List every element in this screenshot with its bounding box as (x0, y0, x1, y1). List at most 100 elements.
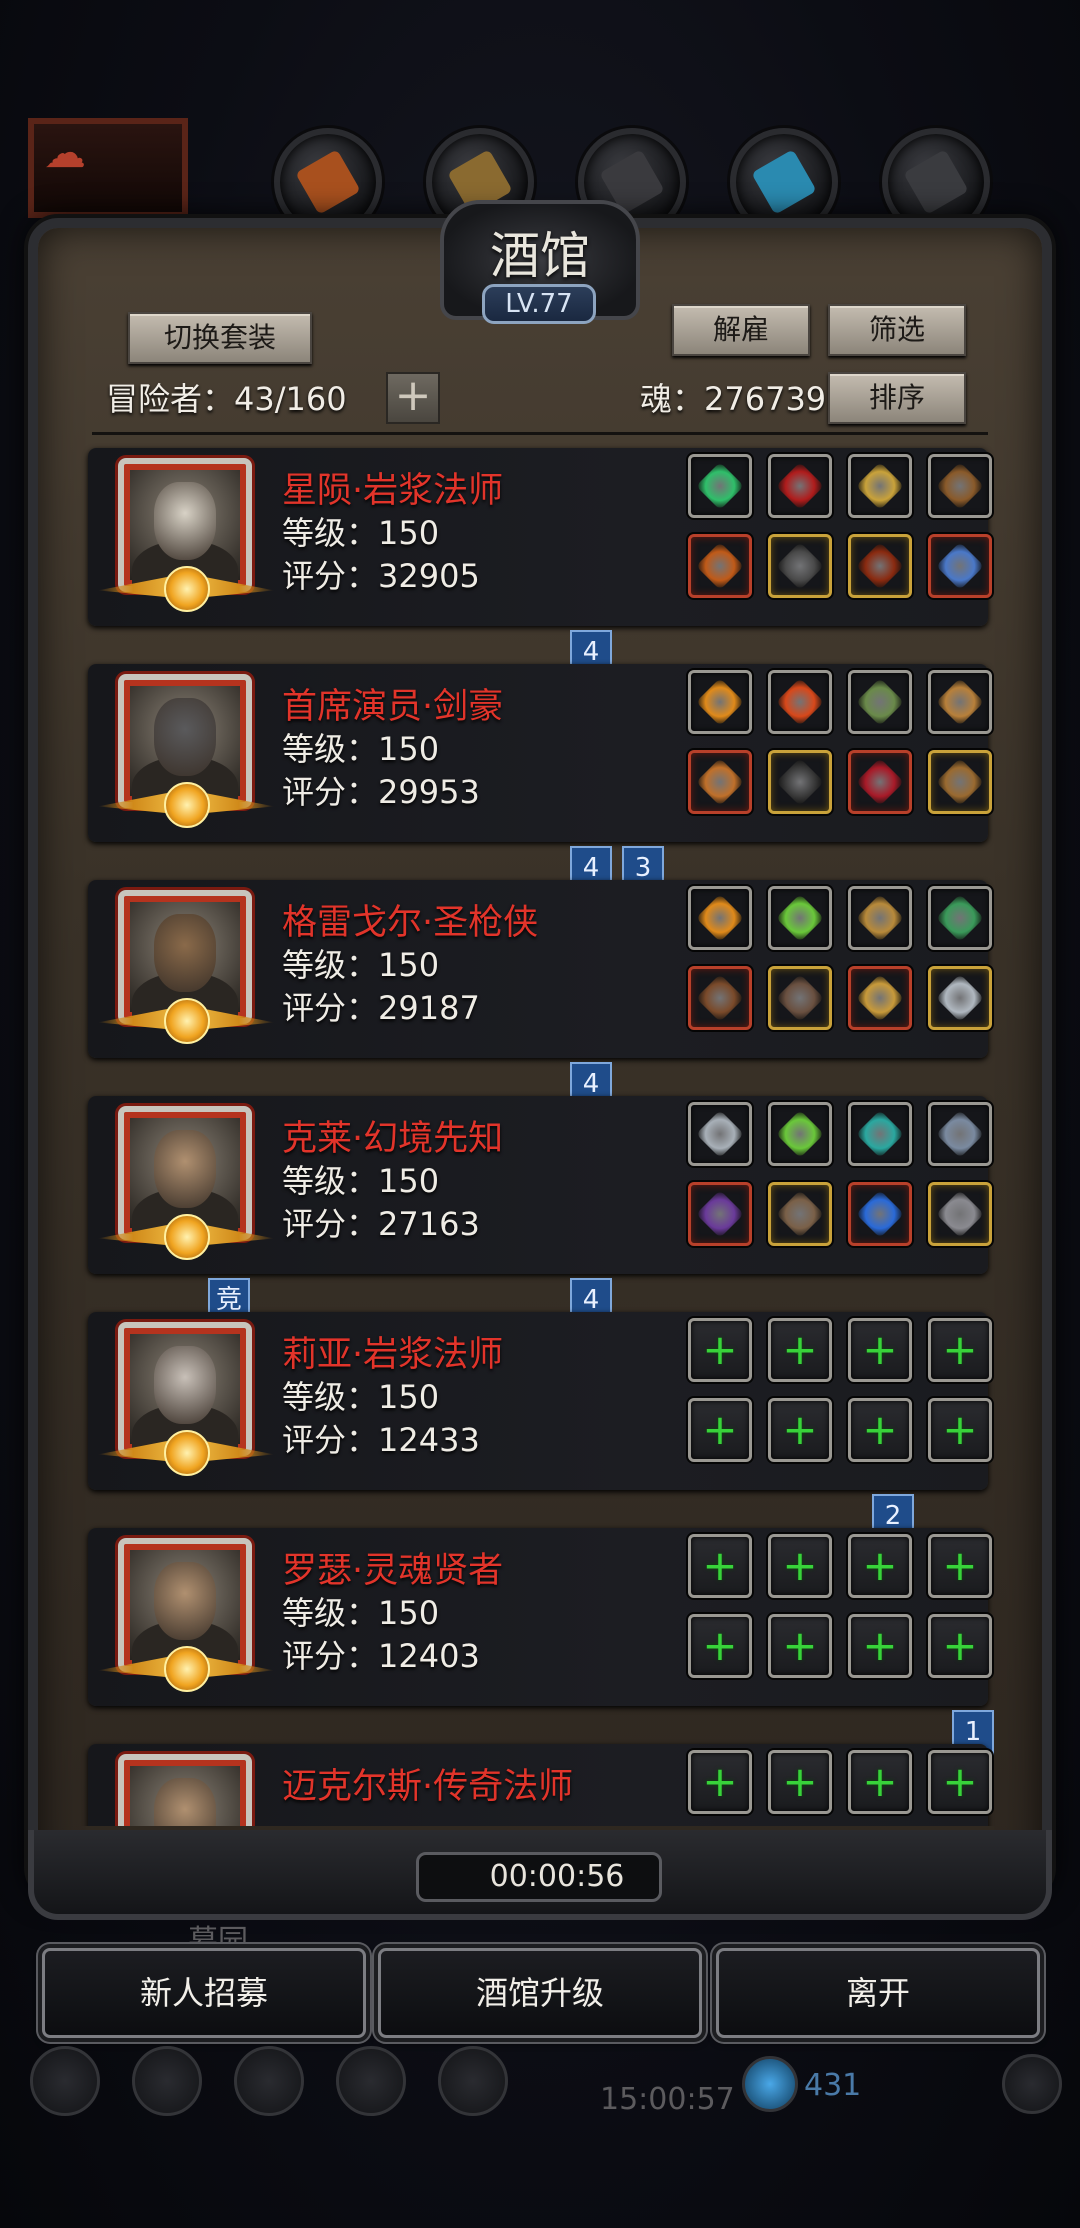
equip-slot[interactable] (768, 886, 832, 950)
equip-slot[interactable] (848, 1102, 912, 1166)
empty-equip-slot[interactable]: + (768, 1534, 832, 1598)
equip-slot[interactable] (928, 454, 992, 518)
equipment-grid (688, 670, 992, 840)
equip-slot[interactable] (688, 534, 752, 598)
empty-equip-slot[interactable]: + (688, 1614, 752, 1678)
upgrade-tavern-button[interactable]: 酒馆升级 (378, 1948, 702, 2038)
equip-item-icon (935, 541, 985, 591)
equip-slot[interactable] (848, 750, 912, 814)
equip-slot[interactable] (848, 886, 912, 950)
equip-slot[interactable] (848, 966, 912, 1030)
mail-icon (336, 2046, 406, 2116)
hero-row[interactable]: 迈克尔斯·传奇法师 + + + + (88, 1744, 992, 1826)
equip-slot[interactable] (688, 454, 752, 518)
empty-equip-slot[interactable]: + (688, 1534, 752, 1598)
cloud-emblem-icon: ☁ (44, 128, 86, 177)
equip-item-icon (855, 757, 905, 807)
add-gems-icon (1002, 2054, 1062, 2114)
empty-equip-slot[interactable]: + (848, 1534, 912, 1598)
hero-face (154, 698, 216, 776)
empty-equip-slot[interactable]: + (688, 1318, 752, 1382)
equip-slot[interactable] (688, 886, 752, 950)
hero-name: 格雷戈尔·圣枪侠 (282, 903, 539, 943)
equip-slot[interactable] (768, 454, 832, 518)
switch-set-button[interactable]: 切换套装 (128, 312, 312, 364)
equip-slot[interactable] (848, 534, 912, 598)
panel-title: 酒馆 (490, 227, 590, 285)
equip-slot[interactable] (688, 966, 752, 1030)
equip-item-icon (695, 893, 745, 943)
equip-slot[interactable] (768, 1102, 832, 1166)
equip-slot[interactable] (768, 534, 832, 598)
empty-equip-slot[interactable]: + (928, 1318, 992, 1382)
empty-equip-slot[interactable]: + (928, 1614, 992, 1678)
empty-equip-slot[interactable]: + (688, 1750, 752, 1814)
equip-slot[interactable] (928, 1102, 992, 1166)
gear-icon (30, 2046, 100, 2116)
hero-portrait[interactable] (118, 1754, 252, 1826)
equip-slot[interactable] (928, 1182, 992, 1246)
equip-slot[interactable] (928, 534, 992, 598)
equip-slot[interactable] (688, 750, 752, 814)
equipment-grid: + + + + + + + + (688, 1318, 992, 1488)
sort-button[interactable]: 排序 (828, 372, 966, 424)
equip-slot[interactable] (928, 750, 992, 814)
empty-equip-slot[interactable]: + (768, 1750, 832, 1814)
hero-row[interactable]: 莉亚·岩浆法师 等级：150 评分：12433 + + + + + + + + (88, 1312, 992, 1490)
empty-equip-slot[interactable]: + (848, 1318, 912, 1382)
rank-medal-icon (164, 1646, 210, 1692)
guild-emblem-tab[interactable]: ☁ (28, 118, 188, 218)
empty-equip-slot[interactable]: + (848, 1614, 912, 1678)
hero-row[interactable]: 克莱·幻境先知 等级：150 评分：27163 (88, 1096, 992, 1274)
hero-row[interactable]: 首席演员·剑豪 等级：150 评分：29953 (88, 664, 992, 842)
equip-item-icon (775, 1109, 825, 1159)
tavern-level-badge: LV.77 (482, 284, 596, 324)
hero-list[interactable]: 星陨·岩浆法师 等级：150 评分：32905 4 首席演员·剑豪 等级：150 评分：29… (60, 442, 1020, 1826)
equip-slot[interactable] (688, 670, 752, 734)
cube-icon (438, 2046, 508, 2116)
leave-button[interactable]: 离开 (716, 1948, 1040, 2038)
equip-slot[interactable] (928, 966, 992, 1030)
equip-slot[interactable] (928, 670, 992, 734)
empty-equip-slot[interactable]: + (848, 1398, 912, 1462)
expand-capacity-button[interactable]: + (386, 372, 440, 424)
empty-equip-slot[interactable]: + (768, 1318, 832, 1382)
add-equip-icon: + (702, 1541, 738, 1590)
empty-equip-slot[interactable]: + (928, 1750, 992, 1814)
equip-item-icon (775, 1189, 825, 1239)
equip-slot[interactable] (848, 670, 912, 734)
recruit-button[interactable]: 新人招募 (42, 1948, 366, 2038)
hero-face (154, 1562, 216, 1640)
add-equip-icon: + (942, 1541, 978, 1590)
rank-medal-icon (164, 782, 210, 828)
equip-slot[interactable] (768, 750, 832, 814)
equip-slot[interactable] (768, 966, 832, 1030)
add-equip-icon: + (782, 1541, 818, 1590)
hero-score: 评分：32905 (282, 557, 480, 595)
hero-face (154, 1130, 216, 1208)
dismiss-button[interactable]: 解雇 (672, 304, 810, 356)
equip-slot[interactable] (768, 670, 832, 734)
hero-row[interactable]: 星陨·岩浆法师 等级：150 评分：32905 (88, 448, 992, 626)
equip-slot[interactable] (688, 1102, 752, 1166)
hero-row[interactable]: 格雷戈尔·圣枪侠 等级：150 评分：29187 (88, 880, 992, 1058)
hero-row[interactable]: 罗瑟·灵魂贤者 等级：150 评分：12403 + + + + + + + + (88, 1528, 992, 1706)
equip-slot[interactable] (848, 1182, 912, 1246)
equip-item-icon (855, 1109, 905, 1159)
empty-equip-slot[interactable]: + (928, 1398, 992, 1462)
empty-equip-slot[interactable]: + (688, 1398, 752, 1462)
equip-slot[interactable] (928, 886, 992, 950)
filter-button[interactable]: 筛选 (828, 304, 966, 356)
empty-equip-slot[interactable]: + (768, 1614, 832, 1678)
empty-equip-slot[interactable]: + (848, 1750, 912, 1814)
equip-item-icon (695, 1109, 745, 1159)
equip-slot[interactable] (768, 1182, 832, 1246)
equip-slot[interactable] (688, 1182, 752, 1246)
equip-slot[interactable] (848, 454, 912, 518)
empty-equip-slot[interactable]: + (768, 1398, 832, 1462)
hero-level: 等级：150 (282, 1594, 440, 1632)
equip-item-icon (855, 541, 905, 591)
rank-medal-icon (164, 1214, 210, 1260)
equipment-grid (688, 454, 992, 624)
empty-equip-slot[interactable]: + (928, 1534, 992, 1598)
